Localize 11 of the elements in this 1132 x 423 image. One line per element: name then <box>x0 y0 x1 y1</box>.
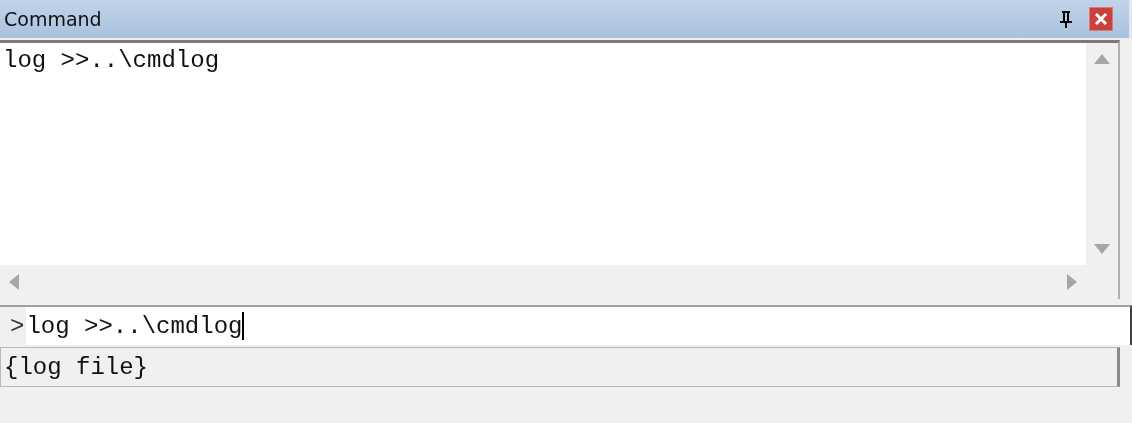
up-arrow-icon[interactable] <box>1093 53 1111 65</box>
window-title: Command <box>4 8 103 30</box>
right-arrow-icon[interactable] <box>1066 273 1078 291</box>
status-text: {log file} <box>4 353 149 381</box>
output-line: log >>..\cmdlog <box>3 47 221 75</box>
down-arrow-icon[interactable] <box>1093 243 1111 255</box>
pin-icon[interactable] <box>1059 10 1073 28</box>
command-field[interactable]: log >>..\cmdlog <box>26 307 1130 345</box>
prompt: > <box>0 307 27 345</box>
close-button[interactable] <box>1089 7 1113 31</box>
left-arrow-icon[interactable] <box>8 273 20 291</box>
